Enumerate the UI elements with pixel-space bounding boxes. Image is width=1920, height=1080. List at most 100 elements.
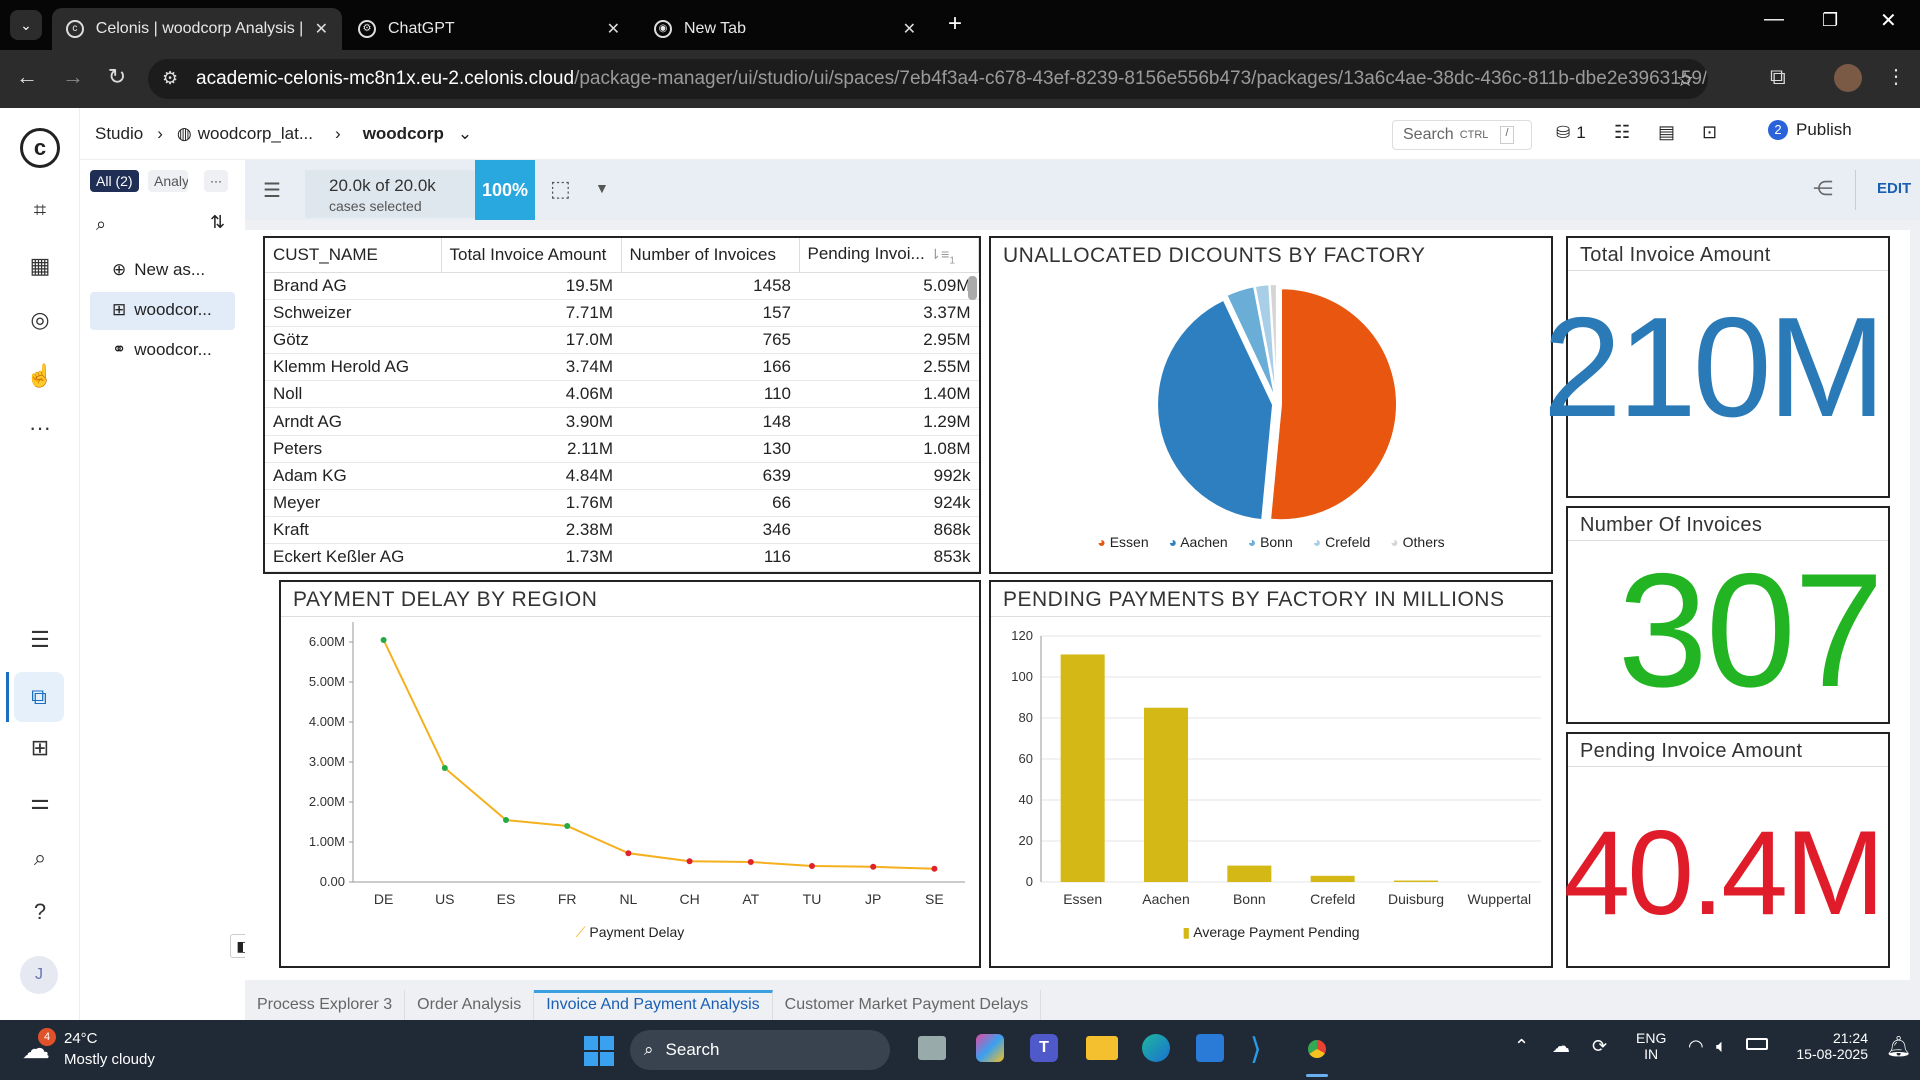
table-row[interactable]: Brand AG 19.5M 1458 5.09M <box>265 272 979 300</box>
tab-search-button[interactable]: ⌄ <box>10 10 42 40</box>
column-header[interactable]: Total Invoice Amount <box>441 238 622 273</box>
apps-grid-icon[interactable]: ▦ <box>26 252 54 280</box>
address-bar[interactable]: ⚙ academic-celonis-mc8n1x.eu-2.celonis.c… <box>148 59 1708 99</box>
legend-item[interactable]: ◕ Crefeld <box>1313 534 1371 550</box>
browser-tab-newtab[interactable]: ◉ New Tab ✕ <box>640 8 930 50</box>
vscode-icon[interactable]: ⟩ <box>1250 1032 1262 1067</box>
compass-icon[interactable]: ◎ <box>26 306 54 334</box>
data-point[interactable] <box>503 817 509 823</box>
battery-icon[interactable] <box>1746 1038 1768 1050</box>
forward-arrow-icon[interactable]: → <box>58 64 88 90</box>
table-row[interactable]: Arndt AG 3.90M 148 1.29M <box>265 407 979 436</box>
sheet-tab[interactable]: Order Analysis <box>405 990 535 1020</box>
data-point[interactable] <box>380 637 387 643</box>
publish-button[interactable]: 2 Publish <box>1768 120 1852 140</box>
table-row[interactable]: Noll 4.06M 110 1.40M <box>265 380 979 409</box>
back-arrow-icon[interactable]: ← <box>12 64 42 90</box>
more-dots-icon[interactable]: ··· <box>26 414 54 442</box>
share-icon[interactable]: ⋲ <box>1813 176 1833 201</box>
close-window-button[interactable]: ✕ <box>1880 8 1897 33</box>
table-row[interactable]: Götz 17.0M 765 2.95M <box>265 326 979 355</box>
cloud-offline-icon[interactable]: ☁ <box>1552 1036 1570 1057</box>
data-point[interactable] <box>441 765 448 771</box>
search-input[interactable]: Search CTRL / <box>1392 120 1532 150</box>
copilot-icon[interactable] <box>976 1034 1004 1062</box>
browser-menu-icon[interactable]: ⋮ <box>1886 64 1906 89</box>
data-table-icon[interactable]: ☰ <box>26 626 54 654</box>
search-icon[interactable]: ⌕ <box>26 844 54 872</box>
close-tab-icon[interactable]: ✕ <box>903 19 916 39</box>
sheet-tab[interactable]: Customer Market Payment Delays <box>773 990 1042 1020</box>
sync-icon[interactable]: ⟳ <box>1592 1036 1607 1057</box>
table-row[interactable]: Peters 2.11M 130 1.08M <box>265 435 979 463</box>
taskbar-search[interactable]: ⌕ Search <box>630 1030 890 1070</box>
breadcrumb-space[interactable]: woodcorp_lat... <box>198 124 313 144</box>
pie-slice-essen[interactable] <box>1268 287 1398 522</box>
filter-analysis-chip[interactable]: Analy <box>148 170 188 192</box>
chevron-up-icon[interactable]: ⌃ <box>1514 1036 1529 1057</box>
edit-button[interactable]: EDIT <box>1877 180 1911 197</box>
data-point[interactable] <box>931 865 938 872</box>
user-avatar[interactable]: J <box>20 956 58 994</box>
table-row[interactable]: Schweizer 7.71M 157 3.37M <box>265 299 979 327</box>
edge-icon[interactable] <box>1142 1034 1170 1062</box>
legend-item[interactable]: ◕ Others <box>1390 534 1444 550</box>
table-scrollbar[interactable] <box>968 276 977 300</box>
wifi-icon[interactable]: ◠ <box>1688 1036 1704 1057</box>
selection-icon[interactable]: ⬚ <box>550 176 571 202</box>
file-explorer-icon[interactable] <box>1086 1036 1118 1060</box>
table-row[interactable]: Adam KG 4.84M 639 992k <box>265 462 979 491</box>
sliders-icon[interactable]: ⚌ <box>26 788 54 816</box>
data-point[interactable] <box>564 823 571 829</box>
breadcrumb-studio[interactable]: Studio <box>95 124 143 144</box>
profile-avatar[interactable] <box>1834 64 1862 92</box>
search-icon[interactable]: ⌕ <box>96 214 106 235</box>
sort-icon[interactable]: ⇅ <box>210 212 225 233</box>
preview-icon[interactable]: ⊡ <box>1702 122 1717 143</box>
data-point[interactable] <box>870 863 877 870</box>
sheet-tab-active[interactable]: Invoice And Payment Analysis <box>534 990 773 1020</box>
bar-bonn[interactable] <box>1227 865 1272 882</box>
sheet-tab[interactable]: Process Explorer 3 <box>245 990 406 1020</box>
legend-item[interactable]: ◕ Essen <box>1097 534 1148 550</box>
sort-desc-icon[interactable]: ⇂≡ <box>929 246 949 262</box>
table-row[interactable]: Kraft 2.38M 346 868k <box>265 516 979 545</box>
teams-icon[interactable]: T <box>1030 1034 1058 1062</box>
bar-essen[interactable] <box>1060 654 1105 882</box>
data-point[interactable] <box>809 863 815 869</box>
restore-window-button[interactable]: ❐ <box>1822 10 1838 31</box>
browser-tab-chatgpt[interactable]: ⚙ ChatGPT ✕ <box>344 8 634 50</box>
notification-bell-icon[interactable]: 🔔︎ <box>1886 1034 1911 1059</box>
chevron-down-icon[interactable]: ▼ <box>595 180 609 196</box>
data-point[interactable] <box>686 858 693 865</box>
filter-all-chip[interactable]: All (2) <box>90 170 139 192</box>
language-indicator[interactable]: ENG IN <box>1636 1030 1666 1062</box>
breadcrumb-package[interactable]: woodcorp <box>363 124 444 144</box>
column-header[interactable]: CUST_NAME <box>265 238 442 273</box>
extensions-icon[interactable]: ⧉ <box>1770 64 1786 90</box>
close-tab-icon[interactable]: ✕ <box>607 19 620 39</box>
data-models-button[interactable]: ⛁ 1 <box>1556 123 1586 143</box>
legend-item[interactable]: ◕ Bonn <box>1248 534 1293 550</box>
site-info-icon[interactable]: ⚙ <box>162 68 178 89</box>
column-header-sorted[interactable]: Pending Invoi... ⇂≡1 <box>799 238 979 273</box>
close-tab-icon[interactable]: ✕ <box>315 19 328 39</box>
celonis-logo-icon[interactable]: c <box>20 128 60 168</box>
checklist-icon[interactable]: ☷ <box>1614 122 1630 143</box>
explorer-item-knowledge-model[interactable]: ⚭ woodcor... <box>112 340 212 360</box>
minimize-window-button[interactable]: — <box>1764 8 1784 31</box>
windows-start-icon[interactable] <box>584 1036 614 1066</box>
table-row[interactable]: Klemm Herold AG 3.74M 166 2.55M <box>265 353 979 382</box>
task-view-icon[interactable] <box>918 1036 946 1060</box>
scan-icon[interactable]: ⌗ <box>26 196 54 224</box>
new-asset-button[interactable]: ⊕ New as... <box>112 260 205 280</box>
bar-aachen[interactable] <box>1144 707 1188 882</box>
chevron-down-icon[interactable]: ⌄ <box>458 124 472 144</box>
clock[interactable]: 21:24 15-08-2025 <box>1786 1030 1868 1062</box>
explorer-item-view[interactable]: ⊞ woodcor... <box>112 300 212 320</box>
table-row[interactable]: Eckert Keßler AG 1.73M 116 853k <box>265 543 979 572</box>
calendar-icon[interactable]: ▤ <box>1658 122 1675 143</box>
hamburger-menu-icon[interactable]: ☰ <box>263 178 281 203</box>
bar-crefeld[interactable] <box>1310 875 1355 882</box>
volume-icon[interactable]: 🔈︎ <box>1716 1036 1727 1057</box>
